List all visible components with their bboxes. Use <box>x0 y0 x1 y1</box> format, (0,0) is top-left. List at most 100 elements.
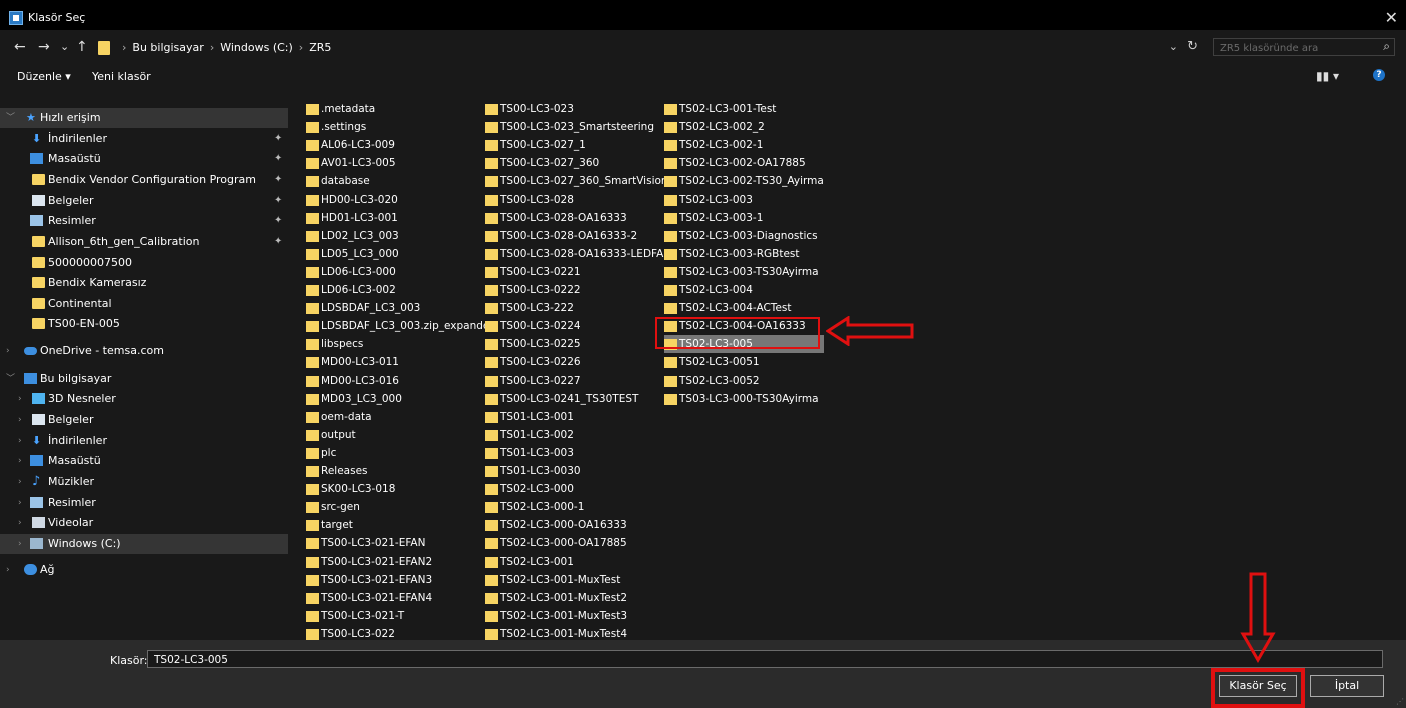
list-item[interactable]: LD06-LC3-002 <box>306 281 476 299</box>
sidebar-item-music[interactable]: › ♪ Müzikler <box>0 472 288 492</box>
list-item[interactable]: TS02-LC3-003-Diagnostics <box>664 227 824 245</box>
sidebar-item-quick-access[interactable]: ﹀ ★ Hızlı erişim <box>0 108 288 128</box>
sidebar-item-windows-c[interactable]: › Windows (C:) <box>0 534 288 554</box>
list-item[interactable]: MD00-LC3-016 <box>306 372 476 390</box>
list-item[interactable]: TS02-LC3-001-MuxTest2 <box>485 589 660 607</box>
list-item[interactable]: TS03-LC3-000-TS30Ayirma <box>664 390 824 408</box>
sidebar-item-bendix-kamerasiz[interactable]: Bendix Kamerasız <box>0 273 288 293</box>
list-item[interactable]: libspecs <box>306 335 476 353</box>
expand-chevron-icon[interactable]: › <box>6 560 10 580</box>
list-item[interactable]: LD05_LC3_000 <box>306 245 476 263</box>
list-item[interactable]: src-gen <box>306 498 476 516</box>
list-item[interactable]: TS02-LC3-002_2 <box>664 118 824 136</box>
list-item[interactable]: TS00-LC3-0241_TS30TEST <box>485 390 660 408</box>
pin-icon[interactable]: ✦ <box>274 211 282 231</box>
sidebar-item-pictures[interactable]: Resimler ✦ <box>0 211 288 231</box>
list-item[interactable]: TS02-LC3-004 <box>664 281 824 299</box>
sidebar-item-downloads[interactable]: ⬇ İndirilenler ✦ <box>0 129 288 149</box>
expand-chevron-icon[interactable]: › <box>18 389 22 409</box>
pin-icon[interactable]: ✦ <box>274 129 282 149</box>
list-item[interactable]: SK00-LC3-018 <box>306 480 476 498</box>
folder-name-input[interactable] <box>152 652 756 668</box>
sidebar-item-500000007500[interactable]: 500000007500 <box>0 253 288 273</box>
list-item[interactable]: TS02-LC3-002-OA17885 <box>664 154 824 172</box>
list-item[interactable]: TS02-LC3-003-TS30Ayirma <box>664 263 824 281</box>
list-item[interactable]: TS02-LC3-002-1 <box>664 136 824 154</box>
list-item[interactable]: database <box>306 172 476 190</box>
folder-name-field[interactable] <box>147 650 1383 668</box>
list-item[interactable]: TS00-LC3-021-EFAN <box>306 534 476 552</box>
sidebar-item-onedrive[interactable]: › OneDrive - temsa.com <box>0 341 288 361</box>
list-item[interactable]: TS00-LC3-0222 <box>485 281 660 299</box>
recent-locations-chevron-icon[interactable]: ⌄ <box>60 40 69 53</box>
list-item[interactable]: oem-data <box>306 408 476 426</box>
sidebar-item-this-pc[interactable]: ﹀ Bu bilgisayar <box>0 369 288 389</box>
breadcrumb-this-pc[interactable]: Bu bilgisayar <box>132 41 203 54</box>
sidebar-item-allison[interactable]: Allison_6th_gen_Calibration ✦ <box>0 232 288 252</box>
search-icon[interactable]: ⌕ <box>1383 39 1390 54</box>
list-item[interactable]: TS00-LC3-0227 <box>485 372 660 390</box>
list-item[interactable]: TS00-LC3-027_1 <box>485 136 660 154</box>
list-item[interactable]: Releases <box>306 462 476 480</box>
sidebar-item-this-pc-desktop[interactable]: › Masaüstü <box>0 451 288 471</box>
list-item[interactable]: MD00-LC3-011 <box>306 353 476 371</box>
list-item[interactable]: TS00-LC3-0225 <box>485 335 660 353</box>
sidebar-item-this-pc-pictures[interactable]: › Resimler <box>0 493 288 513</box>
select-folder-button[interactable]: Klasör Seç <box>1219 675 1297 697</box>
search-input[interactable] <box>1218 40 1362 56</box>
list-item[interactable]: TS02-LC3-000-OA16333 <box>485 516 660 534</box>
sidebar-item-this-pc-documents[interactable]: › Belgeler <box>0 410 288 430</box>
list-item[interactable]: TS02-LC3-003-1 <box>664 209 824 227</box>
back-arrow-icon[interactable]: ← <box>14 39 26 55</box>
list-item[interactable]: TS00-LC3-023_Smartsteering <box>485 118 660 136</box>
list-item[interactable]: TS00-LC3-028-OA16333 <box>485 209 660 227</box>
pin-icon[interactable]: ✦ <box>274 149 282 169</box>
list-item[interactable]: TS02-LC3-000 <box>485 480 660 498</box>
cancel-button[interactable]: İptal <box>1310 675 1384 697</box>
list-item[interactable]: TS00-LC3-028-OA16333-2 <box>485 227 660 245</box>
list-item[interactable]: TS01-LC3-001 <box>485 408 660 426</box>
list-item[interactable]: output <box>306 426 476 444</box>
list-item[interactable]: TS00-LC3-0226 <box>485 353 660 371</box>
list-item[interactable]: TS02-LC3-003 <box>664 191 824 209</box>
list-item[interactable]: TS00-LC3-021-T <box>306 607 476 625</box>
list-item[interactable]: TS02-LC3-001-MuxTest <box>485 571 660 589</box>
list-item[interactable]: LDSBDAF_LC3_003.zip_expanded <box>306 317 496 335</box>
list-item[interactable]: TS01-LC3-0030 <box>485 462 660 480</box>
sidebar-item-ts00-en-005[interactable]: TS00-EN-005 <box>0 314 288 334</box>
list-item[interactable]: TS00-LC3-021-EFAN4 <box>306 589 476 607</box>
list-item[interactable]: TS02-LC3-0051 <box>664 353 824 371</box>
up-arrow-icon[interactable]: ↑ <box>76 39 88 55</box>
pin-icon[interactable]: ✦ <box>274 232 282 252</box>
list-item[interactable]: TS02-LC3-001 <box>485 553 660 571</box>
list-item[interactable]: TS00-LC3-021-EFAN2 <box>306 553 476 571</box>
list-item[interactable]: AV01-LC3-005 <box>306 154 476 172</box>
list-item[interactable]: TS00-LC3-0221 <box>485 263 660 281</box>
address-dropdown-icon[interactable]: ⌄ <box>1169 40 1178 53</box>
expand-chevron-icon[interactable]: ﹀ <box>6 369 15 389</box>
list-item[interactable]: AL06-LC3-009 <box>306 136 476 154</box>
list-item[interactable]: TS02-LC3-004-ACTest <box>664 299 824 317</box>
expand-chevron-icon[interactable]: › <box>18 451 22 471</box>
expand-chevron-icon[interactable]: › <box>18 410 22 430</box>
list-item[interactable]: TS00-LC3-222 <box>485 299 660 317</box>
refresh-icon[interactable]: ↻ <box>1187 39 1198 54</box>
list-item[interactable]: HD01-LC3-001 <box>306 209 476 227</box>
sidebar-item-this-pc-downloads[interactable]: › ⬇ İndirilenler <box>0 431 288 451</box>
list-item[interactable]: TS02-LC3-001-Test <box>664 100 824 118</box>
list-item[interactable]: TS00-LC3-028-OA16333-LEDFAR <box>485 245 671 263</box>
sidebar-item-3d-objects[interactable]: › 3D Nesneler <box>0 389 288 409</box>
list-item[interactable]: TS02-LC3-002-TS30_Ayirma <box>664 172 824 190</box>
list-item[interactable]: TS00-LC3-021-EFAN3 <box>306 571 476 589</box>
list-item[interactable]: .settings <box>306 118 476 136</box>
list-item[interactable]: plc <box>306 444 476 462</box>
list-item[interactable]: TS00-LC3-028 <box>485 191 660 209</box>
sidebar-item-desktop[interactable]: Masaüstü ✦ <box>0 149 288 169</box>
sidebar-item-continental[interactable]: Continental <box>0 294 288 314</box>
list-item[interactable]: TS00-LC3-0224 <box>485 317 660 335</box>
list-item[interactable]: TS01-LC3-002 <box>485 426 660 444</box>
list-item[interactable]: .metadata <box>306 100 476 118</box>
sidebar-item-documents[interactable]: Belgeler ✦ <box>0 191 288 211</box>
list-item[interactable]: TS02-LC3-000-OA17885 <box>485 534 660 552</box>
expand-chevron-icon[interactable]: › <box>6 341 10 361</box>
